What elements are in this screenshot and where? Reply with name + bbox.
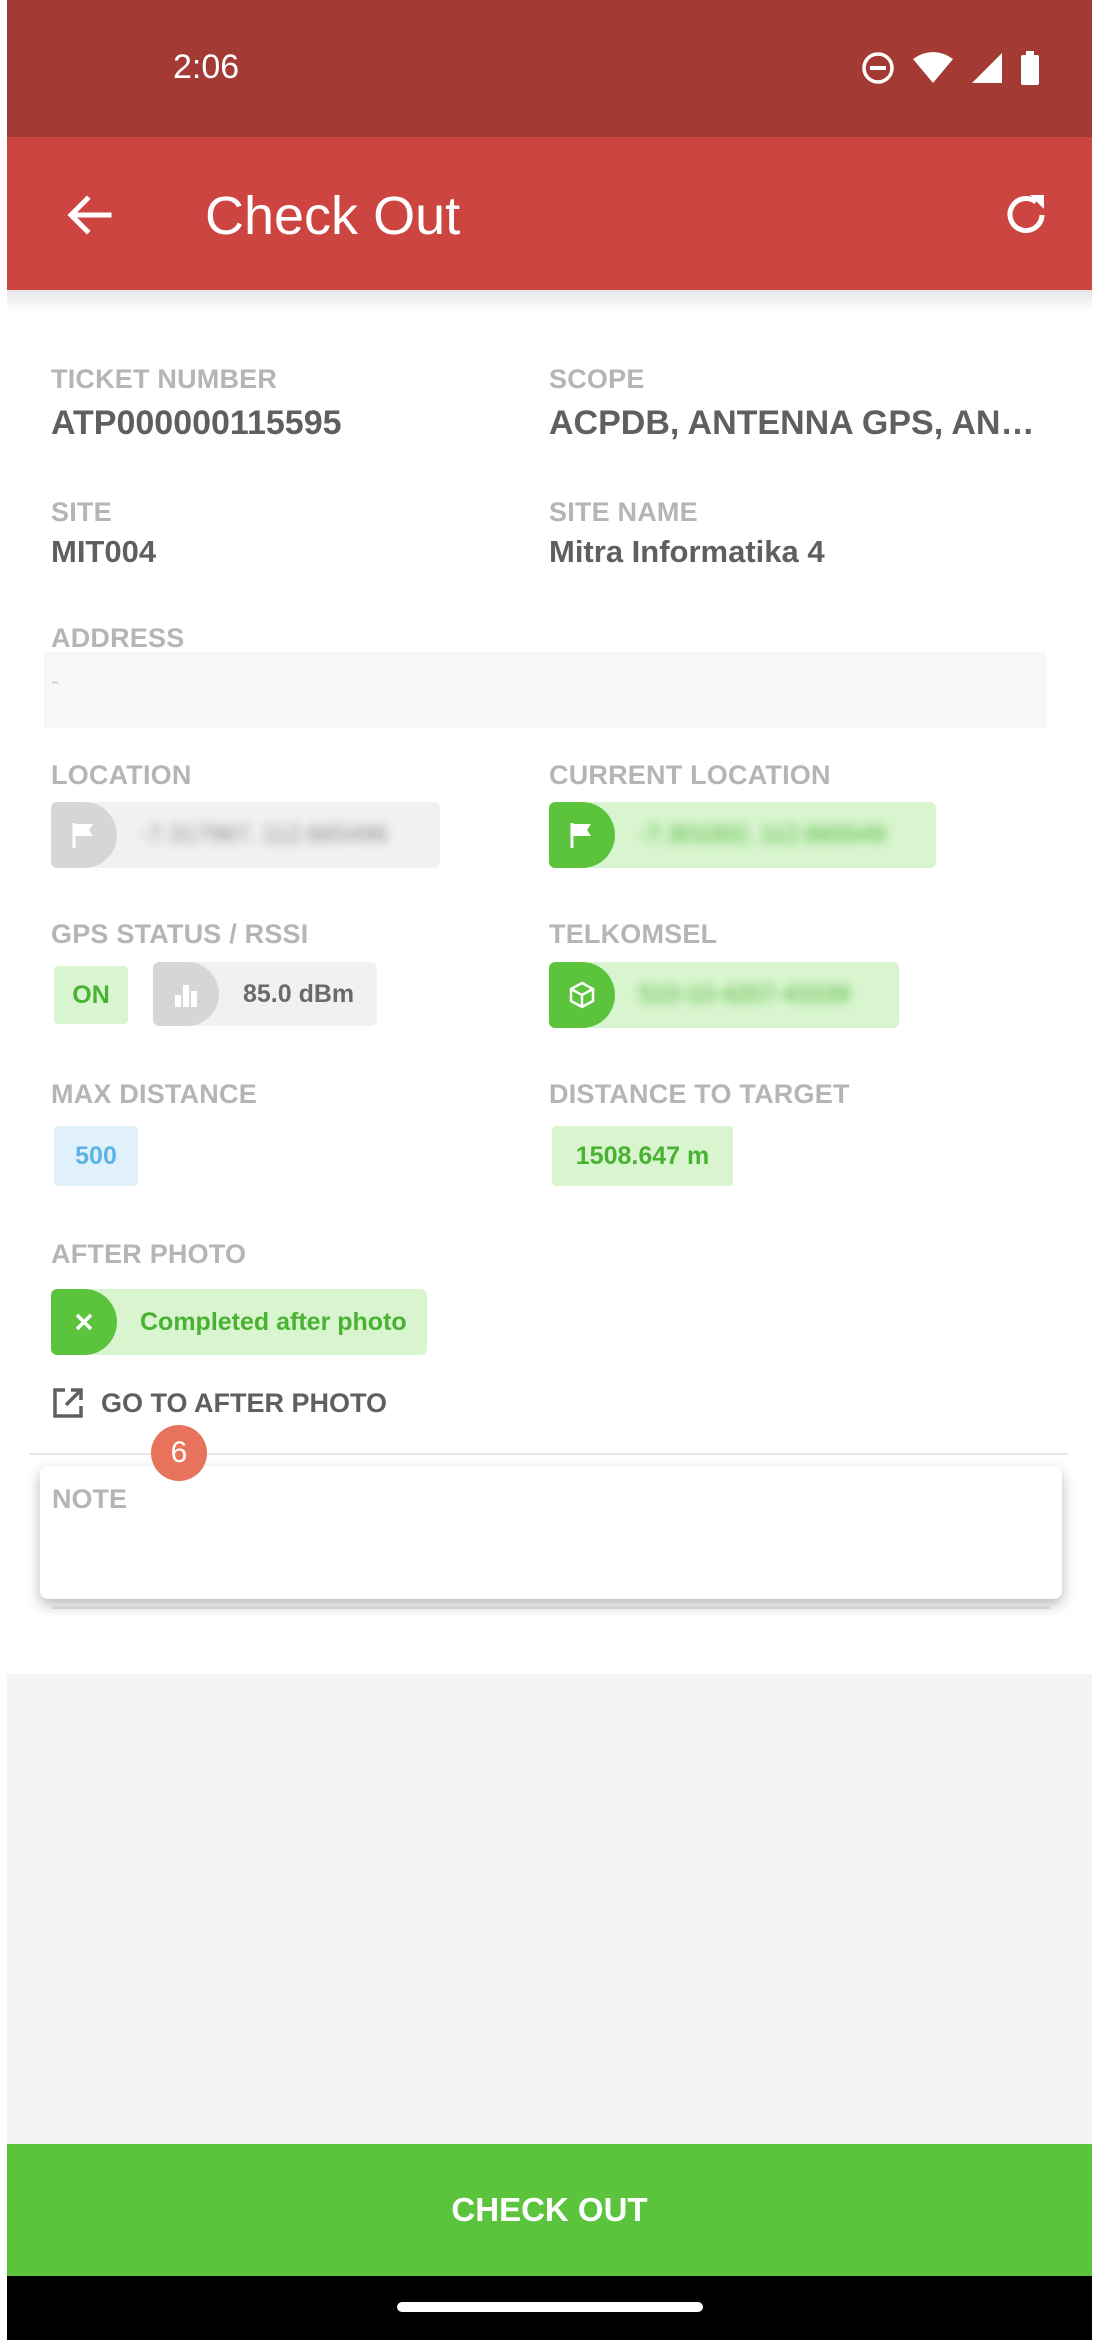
refresh-button[interactable] bbox=[990, 179, 1062, 251]
site-name-value: Mitra Informatika 4 bbox=[549, 534, 825, 569]
page-title: Check Out bbox=[205, 186, 461, 246]
telkomsel-value: 510-10-4207-43339 bbox=[639, 981, 850, 1008]
cell-signal-icon bbox=[972, 53, 1002, 83]
current-location-label: CURRENT LOCATION bbox=[549, 760, 831, 790]
app-bar-shadow bbox=[7, 290, 1092, 312]
note-card: NOTE bbox=[40, 1466, 1062, 1599]
battery-icon bbox=[1021, 51, 1039, 85]
address-label: ADDRESS bbox=[51, 623, 185, 653]
note-label: NOTE bbox=[52, 1484, 128, 1514]
empty-area bbox=[7, 1674, 1092, 2144]
note-underline bbox=[52, 1606, 1050, 1609]
telkomsel-chip: 510-10-4207-43339 bbox=[549, 962, 899, 1028]
address-field bbox=[44, 652, 1046, 728]
status-time: 2:06 bbox=[173, 48, 240, 86]
max-distance-value: 500 bbox=[54, 1126, 138, 1186]
site-name-label: SITE NAME bbox=[549, 497, 698, 527]
home-indicator[interactable] bbox=[397, 2302, 703, 2312]
current-location-chip: -7.301002, 112.665549 bbox=[549, 802, 936, 868]
go-to-after-photo-label: GO TO AFTER PHOTO bbox=[101, 1387, 388, 1418]
after-photo-label: AFTER PHOTO bbox=[51, 1239, 247, 1269]
location-chip: -7.317967, 112.665496 bbox=[51, 802, 440, 868]
go-to-after-photo-link[interactable]: GO TO AFTER PHOTO bbox=[51, 1386, 387, 1420]
flag-icon bbox=[570, 823, 591, 848]
close-icon bbox=[75, 1313, 93, 1331]
current-location-value: -7.301002, 112.665549 bbox=[639, 821, 886, 848]
telkomsel-label: TELKOMSEL bbox=[549, 919, 718, 949]
note-input[interactable] bbox=[52, 1528, 1042, 1580]
after-photo-status-chip: Completed after photo bbox=[51, 1289, 427, 1355]
distance-to-target-value: 1508.647 m bbox=[552, 1126, 733, 1186]
cube-icon bbox=[569, 981, 595, 1009]
app-bar: Check Out bbox=[7, 137, 1092, 290]
status-bar: 2:06 bbox=[7, 0, 1092, 137]
check-out-button[interactable]: CHECK OUT bbox=[7, 2144, 1092, 2276]
back-button[interactable] bbox=[53, 179, 125, 251]
wifi-icon bbox=[913, 52, 953, 83]
location-value: -7.317967, 112.665496 bbox=[141, 821, 388, 848]
site-label: SITE bbox=[51, 497, 112, 527]
step-badge: 6 bbox=[151, 1425, 207, 1481]
scope-value: ACPDB, ANTENNA GPS, AN… bbox=[549, 404, 1035, 442]
scope-label: SCOPE bbox=[549, 364, 645, 394]
rssi-chip: 85.0 dBm bbox=[153, 962, 377, 1026]
max-distance-label: MAX DISTANCE bbox=[51, 1079, 257, 1109]
signal-bars-icon bbox=[175, 985, 197, 1007]
external-link-icon bbox=[53, 1388, 83, 1418]
flag-icon bbox=[72, 823, 93, 848]
address-value: - bbox=[51, 668, 59, 695]
refresh-icon bbox=[1007, 195, 1045, 233]
site-value: MIT004 bbox=[51, 534, 157, 569]
status-icons bbox=[860, 50, 1040, 86]
ticket-number-value: ATP000000115595 bbox=[51, 404, 342, 442]
after-photo-status: Completed after photo bbox=[140, 1307, 407, 1336]
rssi-value: 85.0 dBm bbox=[243, 979, 355, 1008]
gps-status-label: GPS STATUS / RSSI bbox=[51, 919, 309, 949]
do-not-disturb-icon bbox=[862, 52, 894, 84]
navigation-bar bbox=[7, 2276, 1092, 2340]
checkout-screen: 2:06 Check Out TICKET NUMBER ATP00000011… bbox=[0, 0, 1099, 2340]
arrow-left-icon bbox=[67, 195, 112, 235]
distance-to-target-label: DISTANCE TO TARGET bbox=[549, 1079, 850, 1109]
gps-status-badge: ON bbox=[54, 966, 128, 1024]
location-label: LOCATION bbox=[51, 760, 192, 790]
ticket-number-label: TICKET NUMBER bbox=[51, 364, 278, 394]
